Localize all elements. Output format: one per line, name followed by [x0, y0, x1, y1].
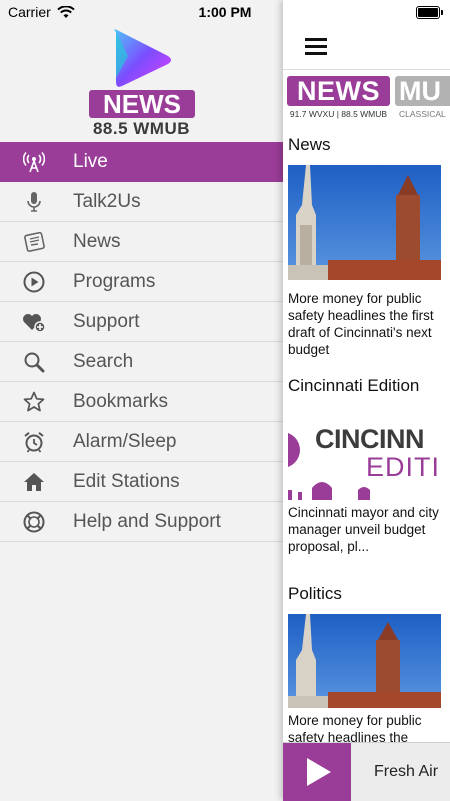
edition-art-title: CINCINN — [315, 424, 425, 454]
menu-item-talk2us[interactable]: Talk2Us — [0, 182, 283, 222]
menu-label-live: Live — [73, 151, 108, 172]
station-strip: NEWS 91.7 WVXU | 88.5 WMUB MU CLASSICAL — [287, 76, 450, 120]
menu-label-programs: Programs — [73, 271, 156, 292]
news-headline[interactable]: More money for public safety headlines t… — [288, 290, 450, 358]
station-tile-classical[interactable]: MU CLASSICAL — [395, 76, 450, 120]
skyline-art — [288, 482, 370, 500]
menu-list: Live Talk2Us News Programs Support Searc… — [0, 142, 283, 542]
star-icon — [22, 391, 46, 413]
menu-item-news[interactable]: News — [0, 222, 283, 262]
search-icon — [22, 351, 46, 373]
heart-plus-icon — [22, 311, 46, 333]
home-icon — [22, 471, 46, 493]
hamburger-menu-icon[interactable] — [305, 38, 327, 55]
clock: 1:00 PM — [198, 4, 252, 20]
menu-label-talk2us: Talk2Us — [73, 191, 141, 212]
section-title-politics: Politics — [288, 584, 342, 603]
microphone-icon — [22, 191, 46, 213]
battery-icon — [416, 6, 443, 19]
politics-thumbnail[interactable] — [288, 614, 441, 708]
station-tile-news[interactable]: NEWS 91.7 WVXU | 88.5 WMUB — [287, 76, 390, 120]
play-circle-icon — [22, 271, 46, 293]
cincinnati-edition-thumbnail[interactable]: CINCINN EDITI — [288, 420, 441, 500]
menu-label-search: Search — [73, 351, 134, 372]
menu-item-help-support[interactable]: Help and Support — [0, 502, 283, 542]
station-tile-name: MU — [395, 76, 450, 106]
menu-label-edit-stations: Edit Stations — [73, 471, 180, 492]
station-tile-sub: 91.7 WVXU | 88.5 WMUB — [289, 109, 388, 119]
antenna-icon — [22, 151, 46, 173]
menu-label-support: Support — [73, 311, 140, 332]
status-bar: Carrier 1:00 PM — [0, 0, 450, 24]
section-title-news: News — [288, 135, 331, 154]
mini-player: Fresh Air — [283, 742, 450, 801]
now-playing-title[interactable]: Fresh Air — [374, 763, 438, 781]
station-tile-name: NEWS — [287, 76, 390, 106]
politics-headline[interactable]: More money for public safety headlines t… — [288, 712, 450, 746]
menu-item-programs[interactable]: Programs — [0, 262, 283, 302]
menu-item-edit-stations[interactable]: Edit Stations — [0, 462, 283, 502]
divider — [283, 69, 450, 70]
newspaper-icon — [22, 231, 46, 253]
menu-item-live[interactable]: Live — [0, 142, 283, 182]
section-title-cincinnati-edition: Cincinnati Edition — [288, 376, 420, 395]
menu-label-alarm-sleep: Alarm/Sleep — [73, 431, 177, 452]
menu-item-search[interactable]: Search — [0, 342, 283, 382]
menu-label-bookmarks: Bookmarks — [73, 391, 169, 412]
content-panel: NEWS 91.7 WVXU | 88.5 WMUB MU CLASSICAL … — [283, 0, 450, 800]
alarm-clock-icon — [22, 431, 46, 453]
edition-art-shape — [288, 432, 300, 468]
play-button[interactable] — [283, 743, 351, 801]
menu-item-bookmarks[interactable]: Bookmarks — [0, 382, 283, 422]
cincinnati-edition-headline[interactable]: Cincinnati mayor and city manager unveil… — [288, 504, 450, 555]
logo-news-text: NEWS — [103, 89, 181, 119]
menu-label-news: News — [73, 231, 121, 252]
station-tile-sub: CLASSICAL — [399, 109, 446, 119]
help-icon — [22, 511, 46, 533]
news-thumbnail[interactable] — [288, 165, 441, 280]
side-menu: NEWS 88.5 WMUB Live Talk2Us News Program… — [0, 0, 283, 800]
call-sign: 88.5 WMUB — [92, 119, 191, 138]
menu-item-support[interactable]: Support — [0, 302, 283, 342]
menu-item-alarm-sleep[interactable]: Alarm/Sleep — [0, 422, 283, 462]
menu-label-help-support: Help and Support — [73, 511, 221, 532]
